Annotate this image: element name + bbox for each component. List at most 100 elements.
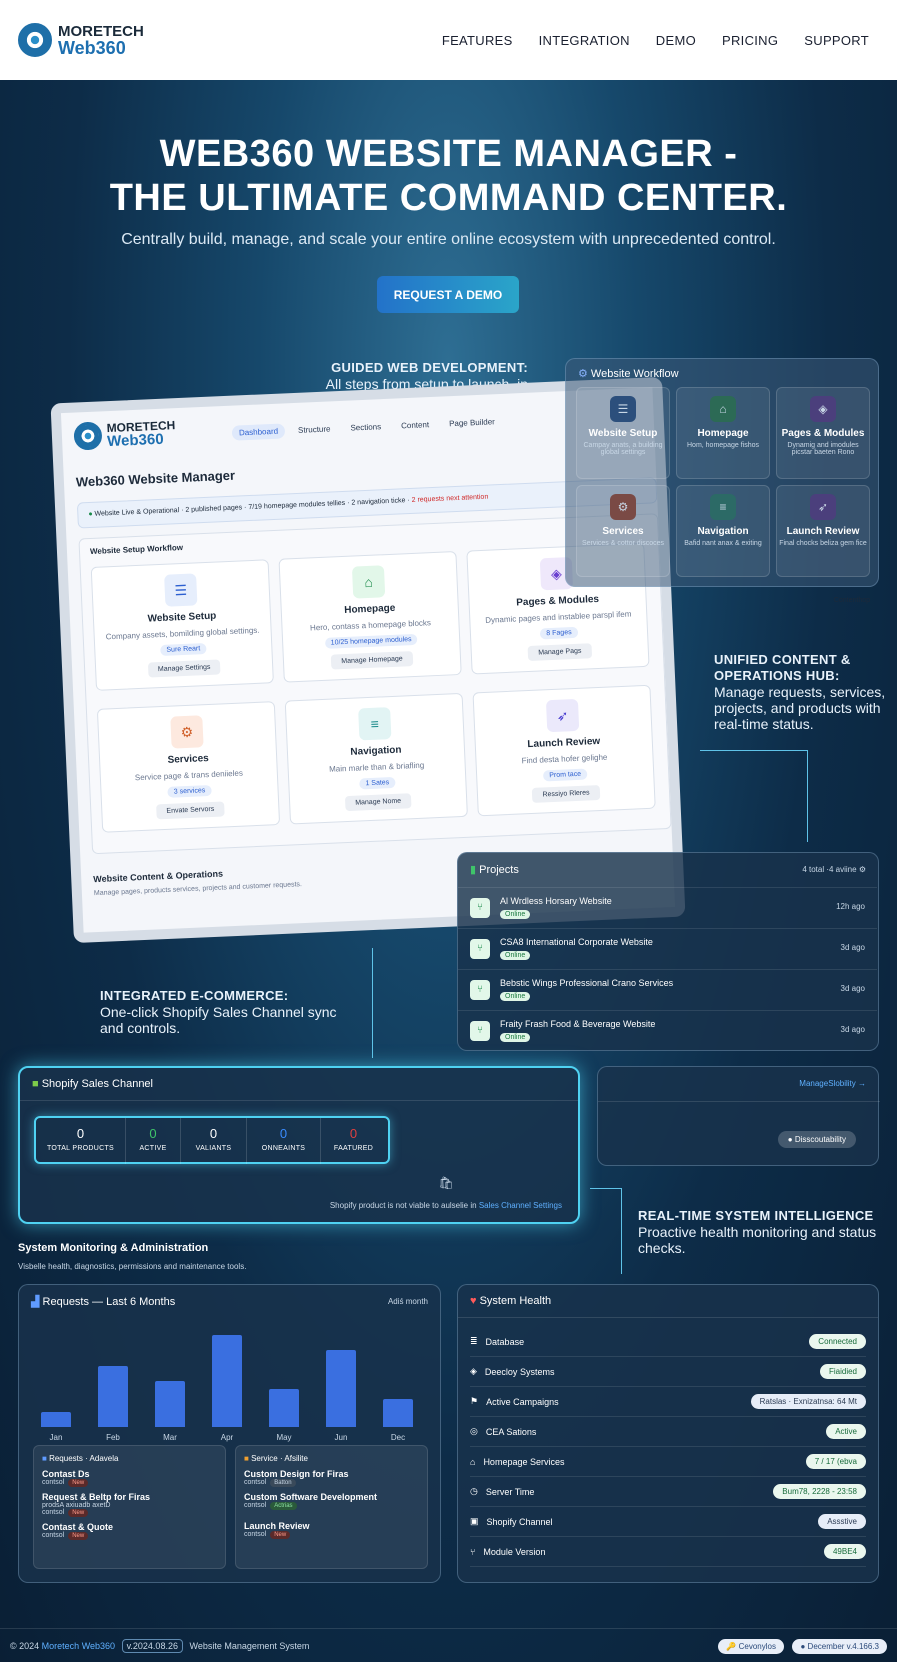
x-tick-label: Jan <box>49 1433 63 1442</box>
workflow-step-desc: Company assets, bomilding global setting… <box>105 625 260 642</box>
nav-demo[interactable]: DEMO <box>656 33 696 48</box>
list-item[interactable]: Launch Review contsol New <box>244 1521 419 1539</box>
projects-title: Projects <box>479 864 519 876</box>
nav-features[interactable]: FEATURES <box>442 33 513 48</box>
workflow-step-card[interactable]: ☰ Website Setup Company assets, bomilding … <box>90 559 274 691</box>
shopify-stat-label: FAATURED <box>333 1145 374 1152</box>
list-item[interactable]: Contast Ds contsol New <box>42 1469 217 1487</box>
shopify-stat-value: 0 <box>209 1126 218 1141</box>
request-demo-button[interactable]: REQUEST A DEMO <box>377 276 519 313</box>
workflow-step-pill: Prom tace <box>543 768 588 782</box>
home-icon: ⌂ <box>470 1456 476 1467</box>
footer-chip-1[interactable]: 🔑 Cevonylos <box>718 1638 784 1654</box>
health-row: ◈ Deecloy Systems Fiaidied <box>470 1357 866 1387</box>
chart-icon: ▟ <box>31 1296 43 1308</box>
bar-may[interactable] <box>269 1389 299 1427</box>
logo[interactable]: MORETECH Web360 <box>18 23 144 57</box>
workflow-step-button[interactable]: Manage Homepage <box>330 651 414 670</box>
mockup-tab-content[interactable]: Content <box>394 417 437 434</box>
workflow-card[interactable]: ⚙ Services Services & cottor discoces <box>576 485 670 577</box>
workflow-step-card[interactable]: ➶ Launch Review Find desta hofer gelighe Pr… <box>472 684 656 817</box>
workflow-step-card[interactable]: ≡ Navigation Main marle than & briafling 1 … <box>284 692 468 825</box>
workflow-card[interactable]: ◈ Pages & Modules Dynamig and imodules pic… <box>776 387 870 479</box>
workflow-card[interactable]: ➶ Launch Review Final chocks beliza gem fi… <box>776 485 870 577</box>
workflow-step-button[interactable]: Ressiyo Rleres <box>532 785 600 803</box>
nav-integration[interactable]: INTEGRATION <box>539 33 630 48</box>
workflow-step-card[interactable]: ⚙ Services Service page & trans deniieles 3… <box>96 701 281 833</box>
connector-line <box>807 750 808 842</box>
project-updated: 12h ago <box>836 902 865 911</box>
logo-line1: MORETECH <box>58 22 144 40</box>
workflow-step-title: Homepage <box>344 602 396 616</box>
settings-gear-icon[interactable]: ⚙ <box>859 865 866 874</box>
project-name: Al Wrdless Horsary Website <box>500 896 612 906</box>
list-item-tag: New <box>270 1531 291 1539</box>
footer-brand-link[interactable]: Moretech Web360 <box>42 1641 115 1651</box>
nav-support[interactable]: SUPPORT <box>804 33 869 48</box>
menu-icon: ≡ <box>358 707 392 741</box>
project-row[interactable]: ⑂ Al Wrdless Horsary Website Online 12h ago <box>458 887 877 928</box>
x-tick-label: Dec <box>390 1433 406 1442</box>
project-row[interactable]: ⑂ Fraity Frash Food & Beverage Website Onl… <box>458 1010 877 1051</box>
health-row: ⚑ Active Campaigns Ratslas · Exnizatnsa: 6… <box>470 1387 866 1417</box>
bag-icon: ▣ <box>470 1516 479 1526</box>
list-item-sub: contsol <box>244 1531 267 1538</box>
main-menu: FEATURES INTEGRATION DEMO PRICING SUPPOR… <box>442 33 869 48</box>
bar-jan[interactable] <box>41 1412 71 1427</box>
content-ops-desc: Manage pages, products services, project… <box>93 881 303 898</box>
mockup-tab-page-builder[interactable]: Page Builder <box>442 414 502 432</box>
health-label: Shopify Channel <box>486 1516 553 1527</box>
workflow-step-button[interactable]: Manage Settings <box>147 659 221 678</box>
footer-chip-2-label: December v.4.166.3 <box>807 1641 879 1651</box>
bar-feb[interactable] <box>98 1366 128 1427</box>
workflow-step-card[interactable]: ⌂ Homepage Hero, contass a homepage blocks… <box>278 551 462 683</box>
content-ops-title: Website Content & Operations <box>93 868 224 885</box>
workflow-step-button[interactable]: Manage Pags <box>527 643 592 661</box>
list-item-tag: New <box>68 1509 89 1517</box>
workflow-card[interactable]: ≡ Navigation Bafid nant anax & exiting <box>676 485 770 577</box>
requests-card: ▟ Requests — Last 6 Months Adiś month Ja… <box>18 1284 441 1583</box>
project-status-badge: Online <box>500 1033 531 1042</box>
list-item[interactable]: Custom Design for Firas contsol Batton <box>244 1469 419 1487</box>
health-row: ◷ Server Time Bum78, 2228 - 23:58 <box>470 1477 866 1507</box>
workflow-step-title: Website Setup <box>147 610 217 625</box>
services-mini-panel: ■ Service · Afsilite Custom Design for F… <box>235 1445 428 1569</box>
workflow-card-desc: Services & cottor discoces <box>581 540 665 547</box>
health-status-chip: 49BE4 <box>823 1544 866 1559</box>
sales-channel-settings-link[interactable]: Sales Channel Settings <box>479 1201 562 1210</box>
health-label: Module Version <box>483 1546 546 1557</box>
bar-apr[interactable] <box>212 1335 242 1427</box>
list-item[interactable]: Custom Software Development contsol Actria… <box>244 1492 419 1510</box>
list-item-title: Contast & Quote <box>42 1522 113 1532</box>
workflow-step-pill: Sure Reart <box>160 643 207 657</box>
list-item[interactable]: Request & Beltp for Firas prodsA axiuadb … <box>42 1492 217 1517</box>
discoverability-chip[interactable]: ● Disscoutability <box>777 1131 856 1148</box>
bar-dec[interactable] <box>383 1399 413 1427</box>
nav-pricing[interactable]: PRICING <box>722 33 778 48</box>
callout-rt-title: REAL-TIME SYSTEM INTELLIGENCE <box>638 1208 874 1223</box>
rocket-icon: ➶ <box>545 698 580 733</box>
project-updated: 3d ago <box>840 943 865 952</box>
footer-chip-1-label: Cevonylos <box>738 1641 776 1651</box>
workflow-step-button[interactable]: Manage Nome <box>344 793 412 812</box>
project-row[interactable]: ⑂ CSA8 International Corporate Website Onl… <box>458 928 877 969</box>
bar-jun[interactable] <box>326 1350 356 1427</box>
x-tick-label: Mar <box>163 1433 177 1442</box>
manage-visibility-link[interactable]: ManageSlobility → <box>799 1079 866 1088</box>
workflow-step-button[interactable]: Envate Servors <box>156 801 225 820</box>
mockup-title: Web360 Website Manager <box>75 467 236 490</box>
footer-chip-2[interactable]: ● December v.4.166.3 <box>792 1638 887 1654</box>
x-tick-label: May <box>276 1433 292 1442</box>
shopify-stat-value: 0 <box>349 1126 358 1141</box>
bar-mar[interactable] <box>155 1381 185 1427</box>
list-item[interactable]: Contast & Quote contsol New <box>42 1522 217 1540</box>
workflow-card[interactable]: ☰ Website Setup Campay anats, a building g… <box>576 387 670 479</box>
mockup-tab-sections[interactable]: Sections <box>343 419 388 436</box>
workflow-step-pill: 3 services <box>167 784 212 798</box>
mockup-tab-dashboard[interactable]: Dashboard <box>231 423 286 441</box>
workflow-card[interactable]: ⌂ Homepage Hom, homepage fishos <box>676 387 770 479</box>
project-row[interactable]: ⑂ Bebstic Wings Professional Crano Servic… <box>458 969 877 1010</box>
monitoring-title: System Monitoring & Administration <box>18 1242 209 1254</box>
mockup-tab-structure[interactable]: Structure <box>291 421 338 438</box>
health-status-chip: Connected <box>809 1334 866 1349</box>
